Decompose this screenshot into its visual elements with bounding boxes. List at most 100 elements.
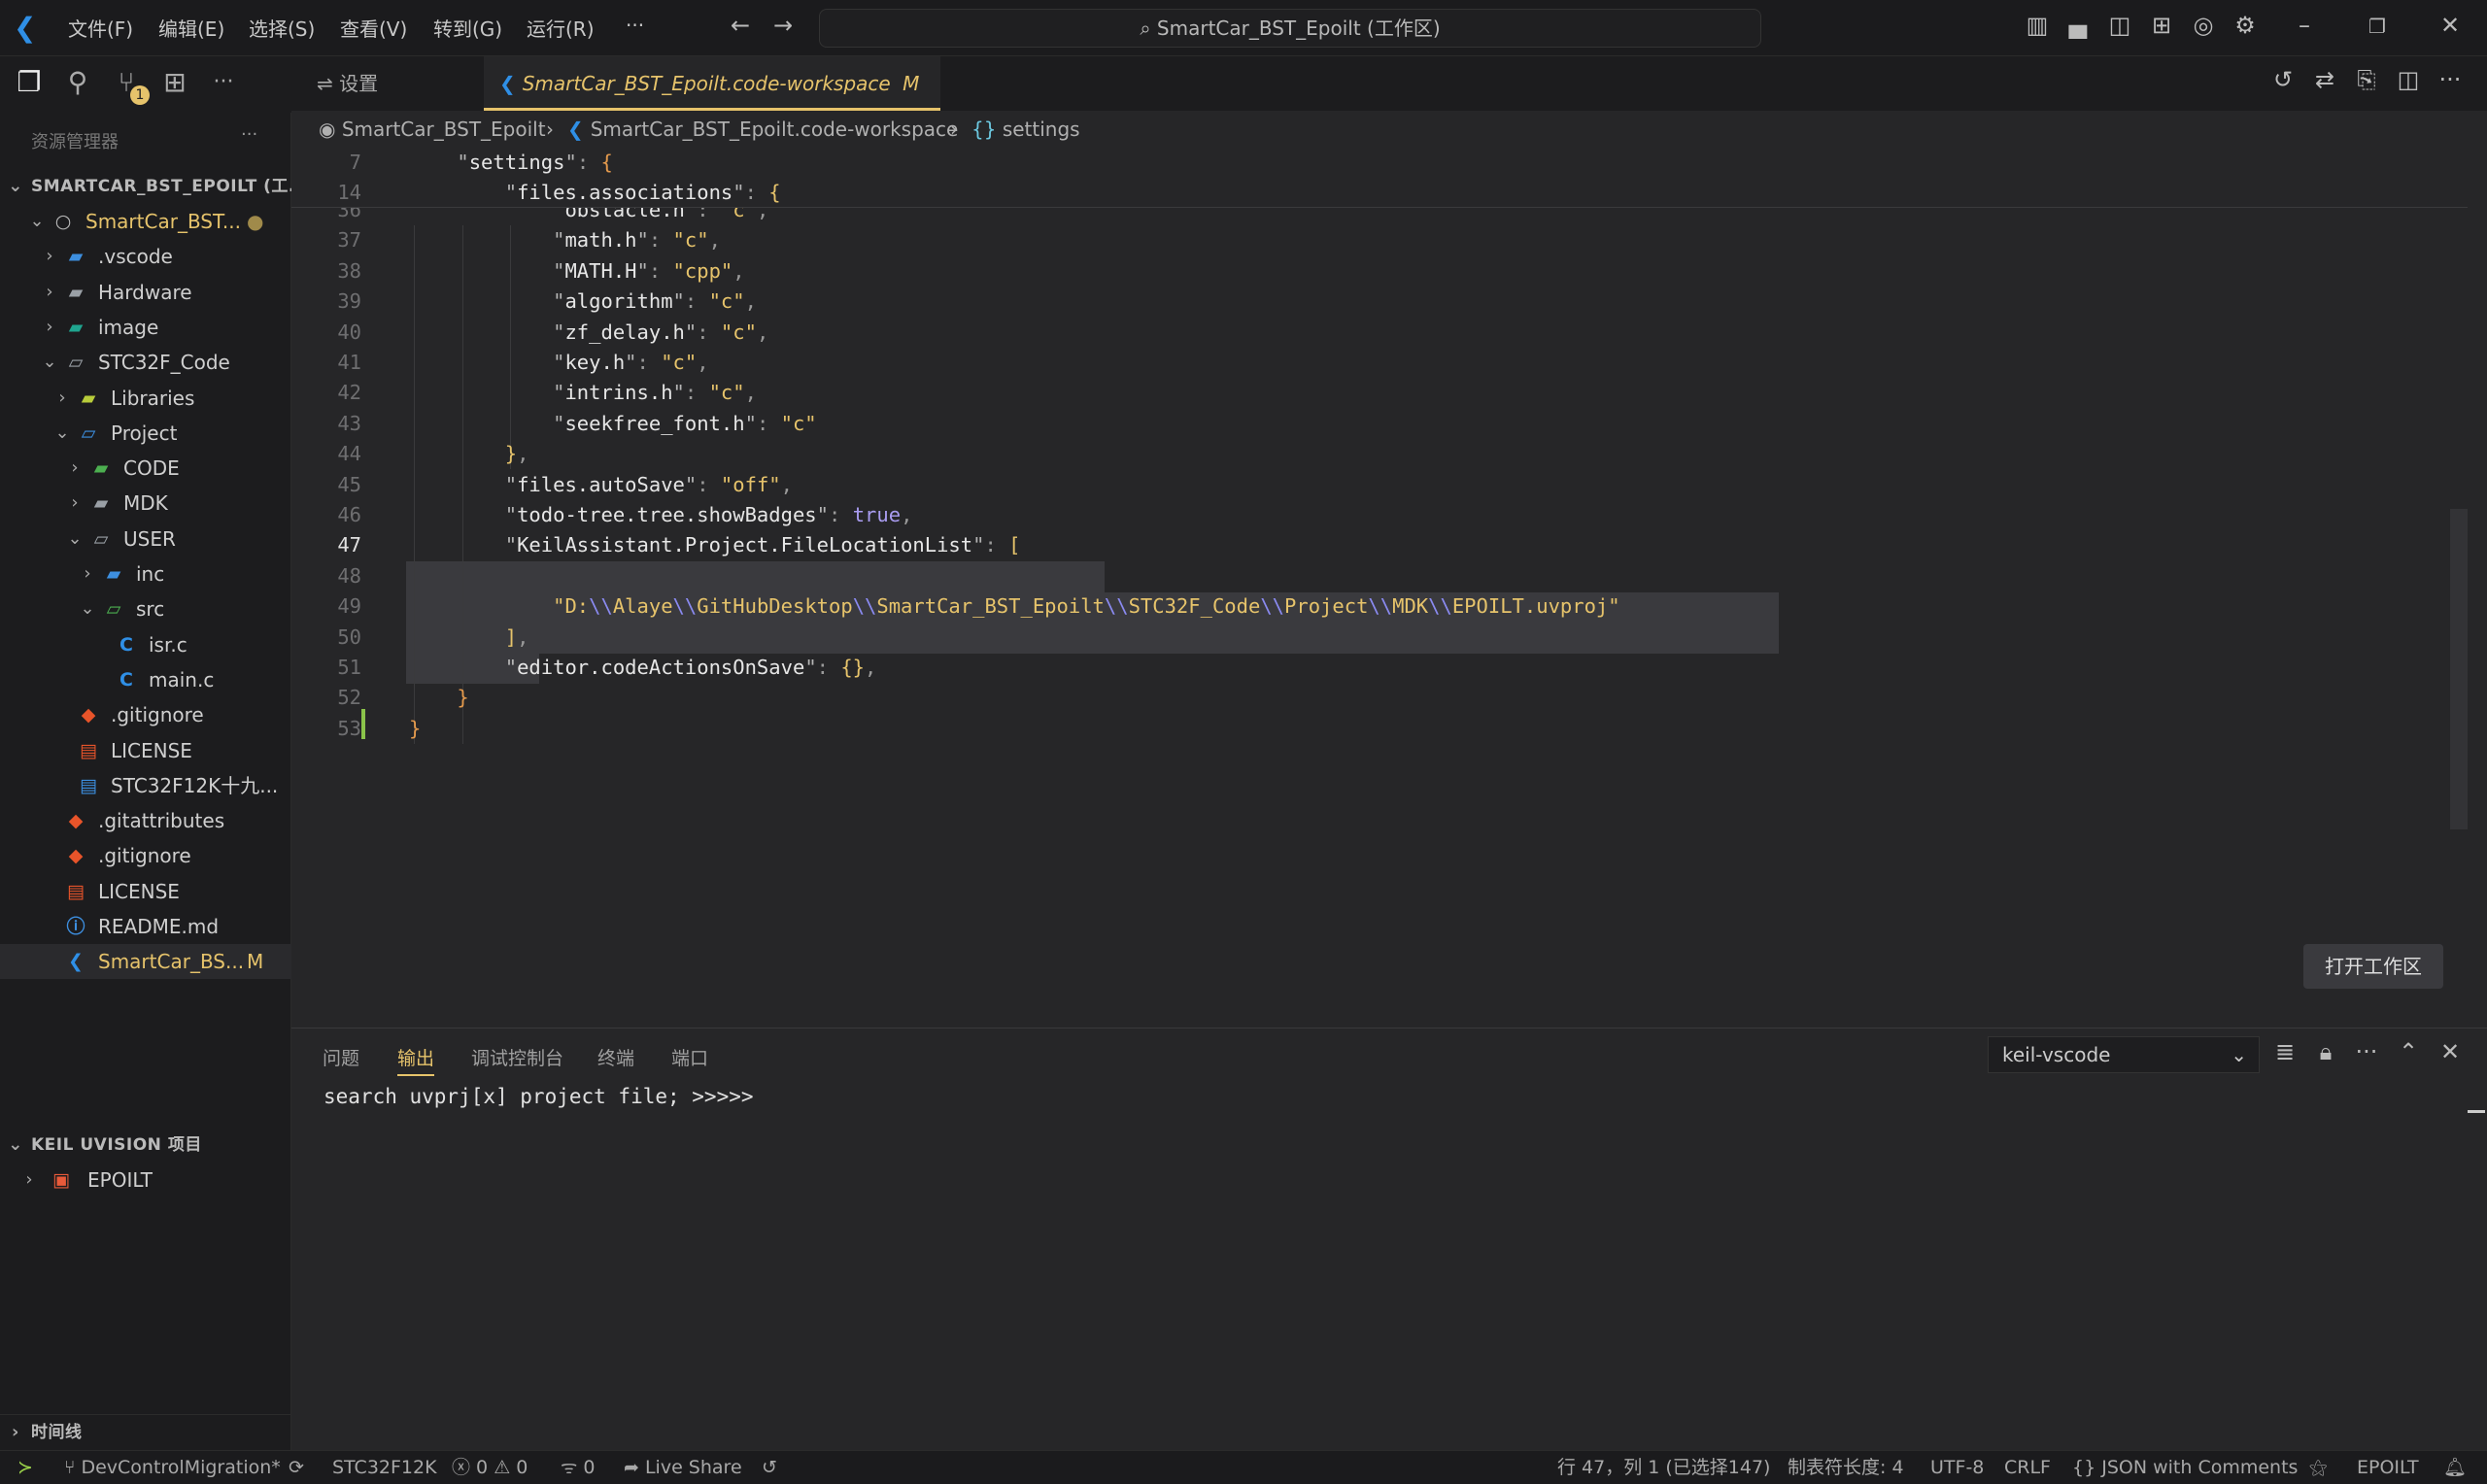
tab-workspace-file[interactable]: ❮ SmartCar_BST_Epoilt.code-workspace M ✕ <box>484 56 940 150</box>
panel-tab-output[interactable]: 输出 <box>397 1044 435 1076</box>
language-mode[interactable]: {} JSON with Comments <box>2072 1451 2298 1484</box>
tree-item[interactable]: ❮ SmartCar_BS... M <box>0 944 291 980</box>
timeline-history-icon[interactable]: ↺ <box>2266 66 2300 93</box>
sidebar-more-button[interactable]: ··· <box>241 124 257 145</box>
panel-tab-problems[interactable]: 问题 <box>323 1044 359 1070</box>
tree-item[interactable]: ⌄ ▱ src <box>0 591 291 626</box>
menu-selection[interactable]: 选择(S) <box>249 14 315 42</box>
output-channel-select[interactable]: keil-vscode ⌄ <box>1988 1036 2260 1073</box>
account-icon[interactable]: ◎ <box>2187 12 2220 39</box>
keil-icon[interactable]: ⚝ <box>2309 1451 2327 1484</box>
code-line[interactable]: "settings": { <box>409 148 612 178</box>
tree-item[interactable]: ⌄ ▱ STC32F_Code <box>0 345 291 380</box>
remote-indicator-icon[interactable]: ≻ <box>17 1451 33 1484</box>
open-file-icon[interactable]: ⎘ <box>2350 66 2383 93</box>
forward-arrow-icon[interactable]: → <box>767 12 800 39</box>
code-line[interactable]: ], <box>409 623 529 653</box>
live-share-button[interactable]: ➦ Live Share <box>624 1451 742 1484</box>
tree-item[interactable]: › ▰ inc <box>0 556 291 591</box>
branch-indicator[interactable]: ⑂ DevControlMigration* <box>64 1451 281 1484</box>
search-view-icon[interactable]: ⚲ <box>58 66 97 98</box>
menu-file[interactable]: 文件(F) <box>68 14 133 42</box>
lock-scroll-icon[interactable]: 🔒︎ <box>2309 1038 2342 1065</box>
menu-edit[interactable]: 编辑(E) <box>158 14 224 42</box>
breadcrumb-root[interactable]: ◉ SmartCar_BST_Epoilt <box>319 111 546 148</box>
code-line[interactable]: "editor.codeActionsOnSave": {}, <box>409 653 877 683</box>
code-line[interactable]: } <box>409 683 468 713</box>
code-line[interactable]: "MATH.H": "cpp", <box>409 256 745 287</box>
code-line[interactable]: "zf_delay.h": "c", <box>409 318 768 348</box>
tab-settings[interactable]: ⇌ 设置 <box>301 56 393 111</box>
menu-more[interactable]: ··· <box>626 14 644 37</box>
tree-item[interactable]: ◆ .gitattributes <box>0 803 291 838</box>
close-window-icon[interactable]: ✕ <box>2434 12 2467 39</box>
code-line[interactable]: "files.autoSave": "off", <box>409 470 793 500</box>
breadcrumb-file[interactable]: ❮ SmartCar_BST_Epoilt.code-workspace <box>567 111 958 148</box>
close-panel-icon[interactable]: ✕ <box>2434 1038 2467 1065</box>
tree-item[interactable]: ◆ .gitignore <box>0 838 291 873</box>
sticky-scroll-header[interactable]: 7 "settings": {14 "files.associations": … <box>291 148 2468 208</box>
tree-item[interactable]: › ▰ MDK <box>0 486 291 521</box>
more-views-icon[interactable]: ··· <box>204 70 243 94</box>
chevron-right-icon[interactable]: › <box>52 381 72 416</box>
tree-item[interactable]: › ▰ Libraries <box>0 381 291 416</box>
clear-output-icon[interactable]: ≣ <box>2268 1038 2301 1065</box>
editor-scrollbar[interactable] <box>2450 509 2468 829</box>
open-workspace-button[interactable]: 打开工作区 <box>2303 944 2443 989</box>
chevron-down-icon[interactable]: ⌄ <box>65 522 85 556</box>
back-arrow-icon[interactable]: ← <box>724 12 757 39</box>
tree-item[interactable]: ⌄ ▱ Project <box>0 416 291 451</box>
code-editor[interactable]: 7 "settings": {14 "files.associations": … <box>291 148 2468 1028</box>
code-line[interactable]: "seekfree_font.h": "c" <box>409 409 817 439</box>
panel-tab-debug-console[interactable]: 调试控制台 <box>471 1044 563 1070</box>
toggle-panel-icon[interactable]: ▄ <box>2061 12 2095 39</box>
code-line[interactable]: "D:\\Alaye\\GitHubDesktop\\SmartCar_BST_… <box>409 591 1620 622</box>
panel-tab-ports[interactable]: 端口 <box>671 1044 708 1070</box>
customize-layout-icon[interactable]: ⊞ <box>2145 12 2178 39</box>
project-indicator[interactable]: EPOILT <box>2357 1451 2419 1484</box>
line-ending[interactable]: CRLF <box>2004 1451 2051 1484</box>
ports-indicator[interactable]: ᯤ 0 <box>561 1451 595 1484</box>
chevron-down-icon[interactable]: ⌄ <box>27 204 47 239</box>
code-line[interactable]: "key.h": "c", <box>409 348 708 378</box>
notifications-bell-icon[interactable]: 🔔︎ <box>2443 1451 2467 1484</box>
editor-more-icon[interactable]: ··· <box>2434 66 2467 93</box>
keil-project-item[interactable]: › ▣ EPOILT <box>0 1163 291 1197</box>
menu-view[interactable]: 查看(V) <box>340 14 407 42</box>
restore-icon[interactable]: ❐ <box>2361 15 2394 38</box>
menu-go[interactable]: 转到(G) <box>433 14 502 42</box>
chevron-right-icon[interactable]: › <box>40 310 59 345</box>
tree-item[interactable]: Cmain.c <box>0 662 291 697</box>
workspace-section-header[interactable]: ⌄ SMARTCAR_BST_EPOILT (工... <box>0 169 308 204</box>
keil-section-header[interactable]: ⌄ KEIL UVISION 项目 <box>0 1128 291 1163</box>
target-indicator[interactable]: STC32F12K <box>332 1451 437 1484</box>
code-line[interactable]: }, <box>409 439 529 469</box>
tree-item[interactable]: › ▰ CODE <box>0 451 291 486</box>
gear-icon[interactable]: ⚙ <box>2229 12 2262 39</box>
chevron-right-icon[interactable]: › <box>65 451 85 486</box>
history-icon[interactable]: ↺ <box>762 1451 777 1484</box>
command-center-search[interactable]: ⌕ SmartCar_BST_Epoilt (工作区) <box>819 9 1761 48</box>
extensions-icon[interactable]: ⊞ <box>155 66 194 98</box>
compare-changes-icon[interactable]: ⇄ <box>2308 66 2341 93</box>
toggle-secondary-sidebar-icon[interactable]: ◫ <box>2103 12 2136 39</box>
chevron-down-icon[interactable]: ⌄ <box>78 591 97 626</box>
split-editor-icon[interactable]: ◫ <box>2392 66 2425 93</box>
tree-item[interactable]: ▤ LICENSE <box>0 733 291 768</box>
tree-item[interactable]: ⌄ ○ SmartCar_BST... ● <box>0 204 291 239</box>
chevron-down-icon[interactable]: ⌄ <box>52 416 72 451</box>
code-line[interactable]: "math.h": "c", <box>409 225 721 255</box>
timeline-section-header[interactable]: › 时间线 <box>0 1414 291 1449</box>
code-line[interactable]: "algorithm": "c", <box>409 287 757 317</box>
tree-item[interactable]: › ▰ Hardware <box>0 275 291 310</box>
chevron-down-icon[interactable]: ⌄ <box>40 345 59 380</box>
tree-item[interactable]: ⓘ README.md <box>0 909 291 944</box>
menu-run[interactable]: 运行(R) <box>527 14 595 42</box>
code-line[interactable]: "intrins.h": "c", <box>409 378 757 408</box>
cursor-position[interactable]: 行 47，列 1 (已选择147) <box>1557 1451 1770 1484</box>
sync-icon[interactable]: ⟳ <box>289 1451 304 1484</box>
panel-tab-terminal[interactable]: 终端 <box>597 1044 634 1070</box>
chevron-right-icon[interactable]: › <box>65 486 85 521</box>
encoding[interactable]: UTF-8 <box>1930 1451 1984 1484</box>
panel-scrollbar[interactable] <box>2468 1110 2485 1113</box>
